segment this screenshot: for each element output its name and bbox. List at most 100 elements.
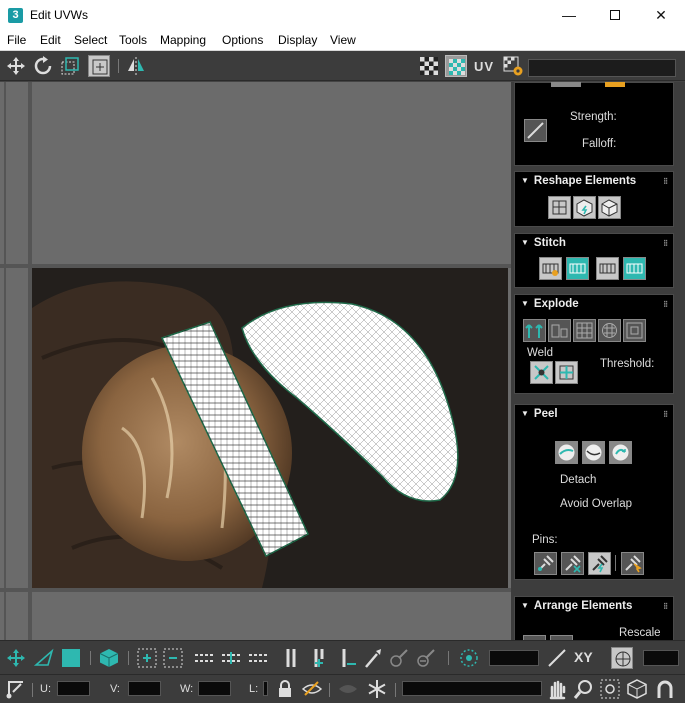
texture-checker-icon[interactable] — [445, 55, 467, 77]
bottom-toolbar: XY — [0, 640, 685, 674]
slider-thumb[interactable] — [551, 82, 581, 87]
falloff-label: Falloff: — [582, 138, 617, 150]
soft-selection-icon[interactable] — [458, 647, 480, 669]
menu-view[interactable]: View — [330, 33, 356, 47]
maximize-button[interactable] — [592, 0, 638, 31]
rollout-header[interactable]: ▼ Arrange Elements ⁝⁝ — [515, 597, 673, 615]
detach-edge-verts-icon[interactable] — [548, 319, 571, 342]
menu-options[interactable]: Options — [222, 33, 263, 47]
toolbar-separator — [90, 651, 91, 665]
paint-brush-button[interactable] — [524, 119, 547, 142]
mirror-icon[interactable] — [125, 55, 147, 77]
zoom-icon[interactable] — [573, 678, 595, 700]
paint-shrink-icon[interactable] — [415, 647, 437, 669]
l-field[interactable] — [263, 681, 268, 696]
checker-icon[interactable] — [418, 55, 440, 77]
grow-ring-icon[interactable] — [308, 647, 330, 669]
zoom-extents-icon[interactable] — [626, 678, 648, 700]
rollout-header[interactable]: ▼ Explode ⁝⁝ — [515, 295, 673, 313]
command-panel: Strength: Falloff: ▼ Reshape Elements ⁝⁝ ▼… — [511, 82, 685, 640]
straighten-selection-icon[interactable] — [548, 196, 571, 219]
rescale-label[interactable]: Rescale — [619, 627, 661, 639]
select-by-element-icon[interactable] — [136, 647, 158, 669]
vertex-mode-icon[interactable] — [5, 647, 27, 669]
paint-grow-icon[interactable] — [388, 647, 410, 669]
polygon-mode-icon[interactable] — [60, 647, 82, 669]
w-field[interactable] — [198, 681, 231, 696]
avoid-overlap-label[interactable]: Avoid Overlap — [560, 498, 632, 510]
weld-all-selected-icon[interactable] — [555, 361, 578, 384]
coord-field[interactable] — [643, 650, 679, 666]
stitch-average-icon[interactable] — [596, 257, 619, 280]
scale-icon[interactable] — [59, 55, 81, 77]
menu-edit[interactable]: Edit — [40, 33, 61, 47]
snap-icon[interactable] — [654, 678, 676, 700]
u-label: U: — [40, 683, 51, 695]
lock-icon[interactable] — [274, 678, 296, 700]
stitch-custom-icon[interactable] — [539, 257, 562, 280]
soft-selection-value-field[interactable] — [489, 650, 539, 666]
auto-pin-moved-icon[interactable] — [588, 552, 611, 575]
freeform-icon[interactable] — [88, 55, 110, 77]
rollout-header[interactable]: ▼ Reshape Elements ⁝⁝ — [515, 172, 673, 190]
menu-tools[interactable]: Tools — [119, 33, 147, 47]
menu-select[interactable]: Select — [74, 33, 107, 47]
close-button[interactable]: ✕ — [638, 0, 684, 31]
quick-peel-icon[interactable] — [555, 441, 578, 464]
rollout-stitch: ▼ Stitch ⁝⁝ — [514, 233, 674, 288]
uv-editor-viewport[interactable] — [0, 82, 511, 640]
rollout-header[interactable]: ▼ Peel ⁝⁝ — [515, 405, 673, 423]
detach-label[interactable]: Detach — [560, 474, 596, 486]
element-mode-icon[interactable] — [98, 647, 120, 669]
loop-select-icon[interactable] — [193, 647, 215, 669]
flatten-by-smoothing-group-icon[interactable] — [598, 319, 621, 342]
grow-loop-icon[interactable] — [220, 647, 242, 669]
minimize-button[interactable]: — — [546, 0, 592, 31]
pan-icon[interactable] — [546, 678, 568, 700]
xy-toggle[interactable]: XY — [574, 649, 593, 665]
paint-select-icon[interactable] — [362, 647, 384, 669]
uv-label[interactable]: UV — [474, 59, 494, 74]
uv-settings-icon[interactable] — [502, 55, 524, 77]
unpin-selected-icon[interactable] — [561, 552, 584, 575]
move-icon[interactable] — [5, 55, 27, 77]
edge-distance-icon[interactable] — [546, 647, 568, 669]
freeze-icon[interactable] — [366, 678, 388, 700]
ring-select-icon[interactable] — [280, 647, 302, 669]
collapse-arrow-icon: ▼ — [521, 299, 529, 308]
menu-file[interactable]: File — [7, 33, 26, 47]
selection-name-field[interactable] — [402, 681, 542, 696]
v-field[interactable] — [128, 681, 161, 696]
select-inverted-icon[interactable] — [162, 647, 184, 669]
rotate-icon[interactable] — [32, 55, 54, 77]
u-field[interactable] — [57, 681, 90, 696]
texture-dropdown[interactable] — [528, 59, 676, 77]
flatten-by-polygon-angle-icon[interactable] — [573, 319, 596, 342]
transform-mode-icon[interactable] — [5, 678, 27, 700]
rollout-reshape-elements: ▼ Reshape Elements ⁝⁝ — [514, 171, 674, 227]
pin-selected-icon[interactable] — [534, 552, 557, 575]
rollout-header[interactable]: ▼ Stitch ⁝⁝ — [515, 234, 673, 252]
shrink-loop-icon[interactable] — [247, 647, 269, 669]
peel-mode-icon[interactable] — [582, 441, 605, 464]
break-icon[interactable] — [523, 319, 546, 342]
window-title: Edit UVWs — [30, 8, 89, 22]
reset-peel-icon[interactable] — [609, 441, 632, 464]
grip-icon: ⁝⁝ — [663, 409, 668, 419]
zoom-region-icon[interactable] — [599, 678, 621, 700]
relax-icon[interactable] — [573, 196, 596, 219]
show-icon[interactable] — [337, 678, 359, 700]
stitch-to-target-icon[interactable] — [566, 257, 589, 280]
relax-settings-icon[interactable] — [598, 196, 621, 219]
shrink-ring-icon[interactable] — [336, 647, 358, 669]
menu-display[interactable]: Display — [278, 33, 317, 47]
edge-mode-icon[interactable] — [33, 647, 55, 669]
slider-thumb[interactable] — [605, 82, 625, 87]
select-pins-icon[interactable] — [621, 552, 644, 575]
stitch-to-source-icon[interactable] — [623, 257, 646, 280]
hide-icon[interactable] — [301, 678, 323, 700]
weld-selected-icon[interactable] — [530, 361, 553, 384]
flatten-by-material-id-icon[interactable] — [623, 319, 646, 342]
world-icon[interactable] — [611, 647, 633, 669]
menu-mapping[interactable]: Mapping — [160, 33, 206, 47]
